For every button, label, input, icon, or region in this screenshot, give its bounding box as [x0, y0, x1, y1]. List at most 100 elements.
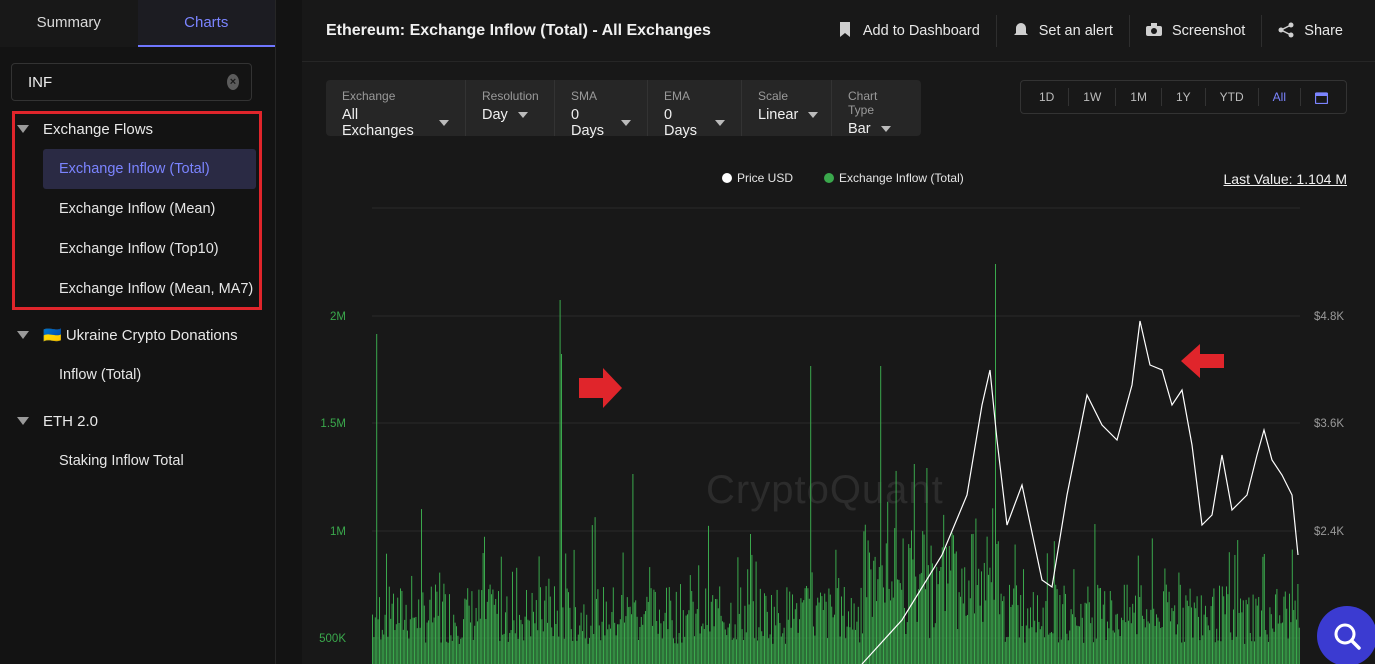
inflow-bar: [1000, 593, 1002, 664]
legend-item-price[interactable]: Price USD: [722, 171, 793, 185]
inflow-bar: [1055, 584, 1057, 664]
control-label: Chart Type: [848, 89, 878, 117]
inflow-bar: [1044, 637, 1045, 664]
range-1y[interactable]: 1Y: [1160, 88, 1205, 106]
legend-label: Exchange Inflow (Total): [839, 171, 964, 185]
sidebar-item-exchange-inflow-top10[interactable]: Exchange Inflow (Top10): [0, 229, 276, 269]
sidebar-item-exchange-inflow-total[interactable]: Exchange Inflow (Total): [43, 149, 256, 189]
inflow-bar: [499, 640, 501, 664]
inflow-bar: [982, 621, 984, 664]
inflow-bar: [923, 534, 925, 664]
inflow-bar: [506, 596, 508, 664]
group-header-eth2[interactable]: ETH 2.0: [0, 408, 276, 434]
inflow-bar: [388, 586, 390, 664]
inflow-bar: [1276, 588, 1278, 664]
inflow-bar: [579, 625, 581, 664]
action-label: Add to Dashboard: [862, 23, 980, 39]
inflow-bar: [835, 549, 837, 664]
inflow-bar: [737, 557, 739, 664]
inflow-bar: [1072, 614, 1073, 664]
inflow-bar: [1262, 556, 1264, 664]
range-all[interactable]: All: [1257, 88, 1300, 106]
inflow-bar: [1231, 639, 1233, 664]
inflow-bar: [723, 622, 725, 664]
inflow-bar: [519, 614, 520, 664]
inflow-bar: [1137, 555, 1139, 664]
sidebar-item-exchange-inflow-mean-ma7[interactable]: Exchange Inflow (Mean, MA7): [0, 269, 276, 309]
inflow-bar: [593, 633, 595, 664]
inflow-bar: [1132, 603, 1134, 664]
group-header-ukraine-donations[interactable]: 🇺🇦 Ukraine Crypto Donations: [0, 322, 276, 348]
inflow-bar: [555, 623, 557, 664]
range-1m[interactable]: 1M: [1115, 88, 1161, 106]
scale-select[interactable]: Scale Linear: [741, 80, 831, 136]
inflow-bar: [575, 607, 576, 664]
inflow-bar: [881, 565, 883, 664]
inflow-bar: [940, 567, 942, 664]
last-value-link[interactable]: Last Value: 1.104 M: [1224, 171, 1347, 187]
inflow-bar: [465, 599, 467, 664]
inflow-bar: [829, 594, 831, 664]
range-1w[interactable]: 1W: [1068, 88, 1115, 106]
main-panel: Ethereum: Exchange Inflow (Total) - All …: [302, 0, 1375, 664]
inflow-bar: [1018, 637, 1020, 664]
inflow-bar: [582, 631, 583, 664]
tab-summary[interactable]: Summary: [0, 0, 138, 47]
clear-search-icon[interactable]: ×: [227, 74, 239, 90]
inflow-bar: [603, 587, 604, 664]
search-input[interactable]: [28, 73, 227, 91]
inflow-bar: [1193, 602, 1195, 664]
resolution-select[interactable]: Resolution Day: [465, 80, 554, 136]
sidebar-item-staking-inflow-total[interactable]: Staking Inflow Total: [0, 441, 276, 481]
share-button[interactable]: Share: [1261, 15, 1359, 47]
inflow-bar: [989, 567, 991, 664]
exchange-select[interactable]: Exchange All Exchanges: [326, 80, 465, 139]
legend-item-inflow[interactable]: Exchange Inflow (Total): [824, 171, 964, 185]
inflow-bar: [880, 366, 882, 664]
inflow-bar: [1098, 588, 1100, 664]
sidebar-item-ukraine-inflow-total[interactable]: Inflow (Total): [0, 355, 276, 395]
calendar-icon[interactable]: [1300, 88, 1342, 106]
search-fab[interactable]: [1317, 606, 1375, 664]
sma-select[interactable]: SMA 0 Days: [554, 80, 647, 139]
inflow-bar: [621, 594, 623, 664]
inflow-bar: [765, 595, 767, 664]
inflow-bar: [1181, 642, 1183, 664]
inflow-bar: [1065, 593, 1066, 664]
inflow-bar: [1023, 569, 1024, 664]
inflow-bar: [584, 638, 586, 664]
inflow-bar: [1206, 617, 1208, 664]
inflow-bar: [653, 589, 655, 664]
inflow-bar: [1066, 633, 1068, 664]
inflow-bar: [612, 587, 614, 664]
inflow-bar: [551, 627, 553, 664]
inflow-bar: [694, 636, 695, 664]
inflow-bar: [1291, 549, 1293, 664]
ema-select[interactable]: EMA 0 Days: [647, 80, 741, 139]
inflow-bar: [533, 611, 534, 664]
inflow-bar: [755, 561, 757, 664]
screenshot-button[interactable]: Screenshot: [1128, 15, 1261, 47]
inflow-bar: [961, 568, 963, 664]
range-ytd[interactable]: YTD: [1204, 88, 1258, 106]
inflow-bar: [1104, 591, 1106, 664]
inflow-bar: [675, 591, 677, 664]
sidebar-item-exchange-inflow-mean[interactable]: Exchange Inflow (Mean): [0, 189, 276, 229]
inflow-bar: [1234, 554, 1236, 664]
add-to-dashboard-button[interactable]: Add to Dashboard: [821, 15, 996, 47]
inflow-bar: [1286, 608, 1288, 664]
inflow-bar: [1156, 614, 1157, 664]
inflow-bar: [1032, 592, 1034, 664]
group-header-exchange-flows[interactable]: Exchange Flows: [0, 116, 276, 142]
chart-type-select[interactable]: Chart Type Bar: [831, 80, 921, 137]
control-label: Exchange: [342, 89, 396, 103]
set-alert-button[interactable]: Set an alert: [995, 15, 1129, 47]
tab-charts[interactable]: Charts: [137, 0, 275, 47]
range-1d[interactable]: 1D: [1025, 88, 1068, 106]
inflow-bar: [1030, 607, 1031, 664]
inflow-bar: [433, 617, 435, 664]
inflow-bar: [722, 621, 723, 664]
inflow-bar: [1136, 634, 1138, 664]
inflow-bar: [505, 612, 506, 664]
inflow-bar: [1233, 609, 1234, 664]
